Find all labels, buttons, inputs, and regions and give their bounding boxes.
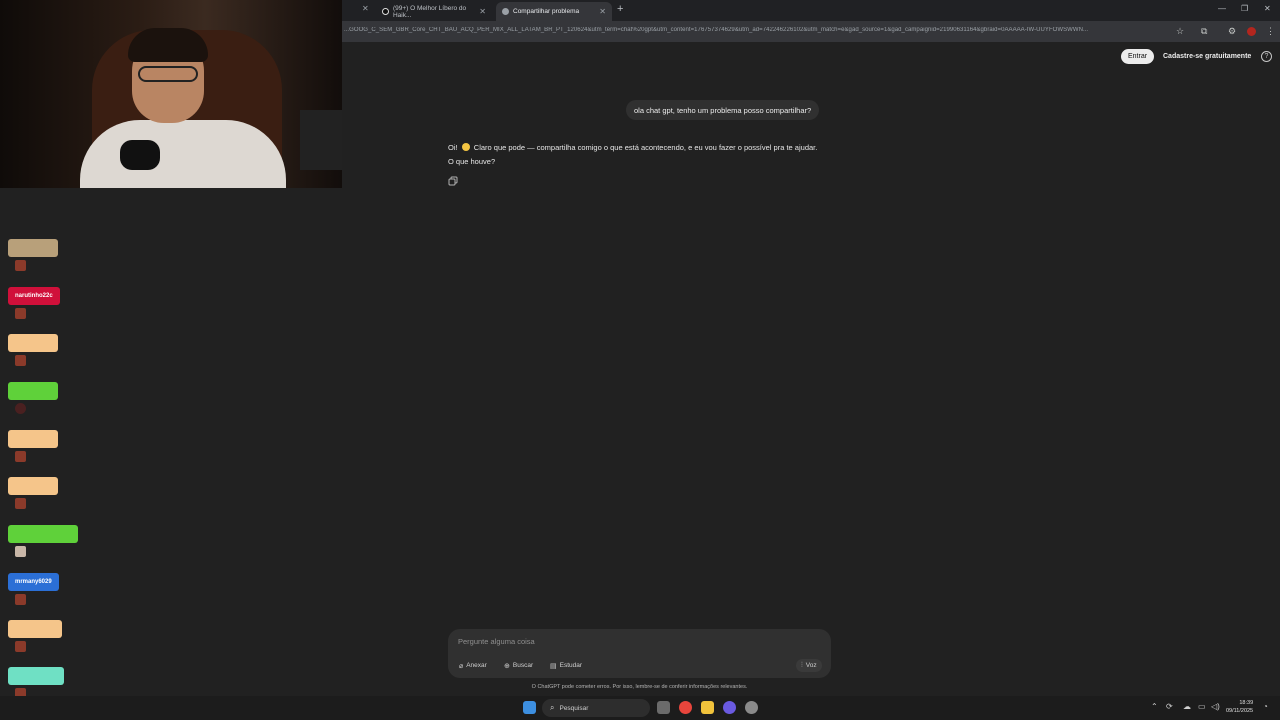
chat-username bbox=[8, 382, 58, 400]
screen: ✕ (99+) O Melhor Líbero do Haik... ✕ Com… bbox=[0, 0, 1280, 720]
new-tab-button[interactable]: + bbox=[617, 3, 623, 15]
chat-message bbox=[8, 525, 78, 557]
sync-icon[interactable]: ⟳ bbox=[1166, 702, 1173, 711]
user-message-text: ola chat gpt, tenho um problema posso co… bbox=[634, 105, 812, 115]
chat-message bbox=[8, 667, 64, 699]
taskbar-search-label: Pesquisar bbox=[559, 704, 589, 712]
chat-message bbox=[8, 620, 62, 652]
chat-avatar bbox=[15, 498, 26, 509]
help-icon[interactable]: ? bbox=[1261, 51, 1272, 62]
chat-username bbox=[8, 620, 62, 638]
onedrive-icon[interactable]: ☁ bbox=[1183, 702, 1191, 711]
task-view-icon[interactable] bbox=[657, 701, 670, 714]
search-button[interactable]: ⊕ Buscar bbox=[501, 659, 536, 672]
clock-time: 18:39 bbox=[1239, 700, 1254, 706]
smile-emoji-icon bbox=[461, 143, 470, 151]
search-label: Buscar bbox=[512, 662, 534, 669]
voice-label: Voz bbox=[805, 662, 817, 669]
taskbar-search[interactable]: ⌕ Pesquisar bbox=[542, 699, 650, 717]
chat-avatar bbox=[15, 355, 26, 366]
chat-message bbox=[8, 477, 58, 509]
tab-label: (99+) O Melhor Líbero do Haik... bbox=[392, 4, 467, 19]
chat-message: narutinho22c bbox=[8, 287, 60, 319]
chat-avatar bbox=[15, 594, 26, 605]
close-tab-icon[interactable]: ✕ bbox=[479, 7, 486, 16]
discord-icon[interactable] bbox=[723, 701, 736, 714]
search-icon: ⌕ bbox=[550, 703, 555, 712]
study-label: Estudar bbox=[559, 662, 583, 669]
composer: ⌀ Anexar ⊕ Buscar ▤ Estudar ⫶ Voz bbox=[448, 629, 831, 678]
star-icon[interactable]: ☆ bbox=[1176, 26, 1184, 36]
chrome-icon[interactable] bbox=[679, 701, 692, 714]
chat-username bbox=[8, 477, 58, 495]
windows-taskbar: ⌕ Pesquisar ⌃ ⟳ ☁ ▭ ◁) 18:39 09/11/2025 … bbox=[0, 696, 1280, 720]
url-text[interactable]: ...GOOG_C_SEM_GBR_Core_CHT_BAU_ACQ_PER_M… bbox=[344, 27, 1170, 33]
signup-button[interactable]: Cadastre-se gratuitamente bbox=[1158, 49, 1256, 64]
windows-start-icon[interactable] bbox=[523, 701, 536, 714]
study-button[interactable]: ▤ Estudar bbox=[547, 659, 585, 672]
chat-avatar bbox=[15, 260, 26, 271]
extensions-icon[interactable]: ⧉ bbox=[1201, 26, 1207, 36]
webcam-overlay bbox=[0, 0, 342, 188]
attach-button[interactable]: ⌀ Anexar bbox=[456, 659, 490, 672]
profile-icon[interactable] bbox=[1247, 27, 1256, 36]
login-button[interactable]: Entrar bbox=[1121, 49, 1155, 64]
voice-button[interactable]: ⫶ Voz bbox=[796, 659, 822, 672]
globe-icon: ⊕ bbox=[504, 662, 510, 670]
prompt-input[interactable] bbox=[458, 637, 758, 646]
chatgpt-favicon-icon bbox=[502, 8, 509, 15]
chat-username bbox=[8, 430, 58, 448]
chevron-up-icon[interactable]: ⌃ bbox=[1151, 702, 1158, 711]
tab-label: Compartilhar problema bbox=[513, 8, 580, 15]
puzzle-icon[interactable]: ⚙ bbox=[1228, 26, 1236, 36]
tab-compartilhar-problema[interactable]: Compartilhar problema ✕ bbox=[496, 2, 612, 21]
chat-message bbox=[8, 239, 58, 271]
waveform-icon: ⫶ bbox=[801, 661, 803, 669]
book-icon: ▤ bbox=[550, 662, 557, 670]
chat-username bbox=[8, 667, 64, 685]
attach-label: Anexar bbox=[466, 662, 487, 669]
chat-message bbox=[8, 430, 58, 462]
chat-message: mrmany6029 bbox=[8, 573, 59, 605]
tiktok-icon bbox=[382, 8, 389, 15]
network-icon[interactable]: ▭ bbox=[1198, 702, 1206, 711]
chat-username: narutinho22c bbox=[8, 287, 60, 305]
assistant-message-text: Claro que pode — compartilha comigo o qu… bbox=[448, 143, 818, 166]
chat-avatar bbox=[15, 546, 26, 557]
kebab-icon[interactable]: ⋮ bbox=[1266, 26, 1275, 36]
taskbar-clock[interactable]: 18:39 09/11/2025 bbox=[1226, 699, 1253, 715]
chat-avatar bbox=[15, 641, 26, 652]
chat-username bbox=[8, 525, 78, 543]
settings-icon[interactable] bbox=[745, 701, 758, 714]
chat-avatar bbox=[15, 451, 26, 462]
copy-icon[interactable] bbox=[448, 176, 458, 186]
chat-message bbox=[8, 382, 58, 414]
volume-icon[interactable]: ◁) bbox=[1211, 702, 1220, 711]
restore-icon[interactable]: ❐ bbox=[1241, 4, 1248, 13]
chat-avatar bbox=[15, 308, 26, 319]
tab-haikyuu[interactable]: (99+) O Melhor Líbero do Haik... ✕ bbox=[376, 2, 492, 21]
chat-username bbox=[8, 334, 58, 352]
assistant-message: Oi! Claro que pode — compartilha comigo … bbox=[448, 141, 824, 169]
close-window-icon[interactable]: ✕ bbox=[1264, 4, 1271, 13]
close-tab-icon[interactable]: ✕ bbox=[362, 4, 369, 13]
file-explorer-icon[interactable] bbox=[701, 701, 714, 714]
disclaimer-text: O ChatGPT pode cometer erros. Por isso, … bbox=[531, 684, 748, 690]
minimize-icon[interactable]: — bbox=[1218, 4, 1226, 13]
user-message-bubble: ola chat gpt, tenho um problema posso co… bbox=[626, 100, 820, 120]
paperclip-icon: ⌀ bbox=[459, 662, 464, 670]
assistant-greeting: Oi! bbox=[448, 143, 458, 152]
chat-username: mrmany6029 bbox=[8, 573, 59, 591]
notification-icon[interactable]: ◔ bbox=[1263, 702, 1268, 711]
close-tab-icon[interactable]: ✕ bbox=[599, 7, 606, 16]
clock-date: 09/11/2025 bbox=[1226, 708, 1254, 714]
chat-username bbox=[8, 239, 58, 257]
chat-message bbox=[8, 334, 58, 366]
chat-avatar bbox=[15, 403, 26, 414]
